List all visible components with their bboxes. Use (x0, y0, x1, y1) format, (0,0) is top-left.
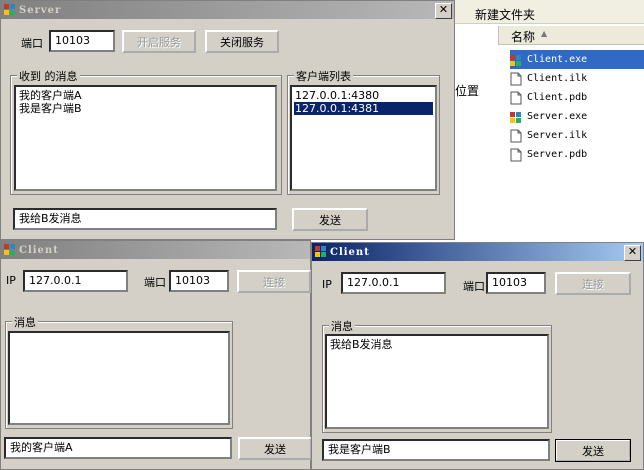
server-window: Server ✕ 端口 10103 开启服务 关闭服务 收到 的消息 我的客户端… (0, 0, 455, 240)
exe-icon (510, 53, 522, 67)
file-name: Client.exe (527, 54, 588, 65)
client-b-window: Client ✕ IP 127.0.0.1 端口 10103 连接 消息 我给B… (311, 242, 644, 470)
list-item[interactable]: 127.0.0.1:4380 (294, 89, 433, 102)
server-message-input[interactable]: 我给B发消息 (13, 208, 277, 230)
client-list-title: 客户端列表 (294, 68, 353, 84)
port-label: 端口 (144, 276, 166, 289)
port-input[interactable]: 10103 (49, 30, 115, 52)
client-a-window: Client IP 127.0.0.1 端口 10103 连接 消息 我的客户端… (0, 240, 312, 470)
file-row[interactable]: Client.exe (510, 50, 644, 69)
file-row[interactable]: Server.pdb (510, 145, 644, 164)
sort-ascending-icon: ▲ (541, 29, 548, 38)
app-icon (4, 244, 16, 256)
messages-title: 消息 (12, 314, 38, 330)
file-name: Client.pdb (527, 92, 588, 103)
file-name: Server.pdb (527, 149, 588, 160)
client-b-title: Client (330, 246, 370, 258)
received-messages-title: 收到 的消息 (17, 68, 80, 84)
list-item[interactable]: 我是客户端B (18, 102, 273, 115)
close-icon[interactable]: ✕ (435, 3, 452, 19)
ip-input[interactable]: 127.0.0.1 (341, 272, 446, 294)
file-list: Client.exe Client.ilk Client.pdb Server.exe… (510, 50, 644, 170)
server-titlebar[interactable]: Server ✕ (1, 1, 454, 19)
server-send-button[interactable]: 发送 (292, 208, 368, 231)
explorer-window: 新建文件夹 位置 名称 ▲ Client.exe Client.ilk Client… (455, 0, 644, 245)
file-row[interactable]: Server.exe (510, 107, 644, 126)
client-a-send-button[interactable]: 发送 (238, 437, 312, 460)
stop-service-button[interactable]: 关闭服务 (205, 30, 279, 53)
client-a-titlebar[interactable]: Client (1, 241, 310, 259)
messages-title: 消息 (329, 318, 355, 334)
messages-list[interactable]: 我给B发消息 (325, 334, 549, 429)
client-b-titlebar[interactable]: Client ✕ (312, 243, 643, 261)
messages-list[interactable] (8, 331, 230, 425)
name-column-header[interactable]: 名称 ▲ (498, 26, 644, 45)
received-messages-list[interactable]: 我的客户端A 我是客户端B (14, 85, 277, 191)
file-row[interactable]: Client.pdb (510, 88, 644, 107)
client-b-message-input[interactable]: 我是客户端B (322, 439, 550, 461)
ip-input[interactable]: 127.0.0.1 (23, 270, 128, 292)
client-list[interactable]: 127.0.0.1:4380 127.0.0.1:4381 (290, 85, 437, 191)
close-icon[interactable]: ✕ (624, 245, 641, 261)
client-b-send-button[interactable]: 发送 (555, 439, 631, 462)
file-row[interactable]: Client.ilk (510, 69, 644, 88)
file-name: Server.ilk (527, 130, 588, 141)
port-label: 端口 (463, 280, 485, 293)
file-name: Server.exe (527, 111, 588, 122)
document-icon (510, 129, 522, 143)
document-icon (510, 91, 522, 105)
exe-icon (510, 110, 522, 124)
app-icon (4, 4, 16, 16)
ip-label: IP (6, 274, 16, 287)
server-title: Server (19, 4, 62, 16)
document-icon (510, 148, 522, 162)
new-folder-menu-item[interactable]: 新建文件夹 (475, 6, 535, 23)
name-column-label: 名称 (511, 30, 536, 44)
port-label: 端口 (21, 37, 43, 50)
list-item[interactable]: 我的客户端A (18, 89, 273, 102)
port-input[interactable]: 10103 (169, 270, 229, 292)
client-a-message-input[interactable]: 我的客户端A (4, 437, 232, 459)
connect-button[interactable]: 连接 (555, 272, 631, 295)
port-input[interactable]: 10103 (486, 272, 546, 294)
connect-button[interactable]: 连接 (237, 270, 311, 293)
list-item[interactable]: 127.0.0.1:4381 (294, 102, 433, 115)
location-label: 位置 (455, 84, 480, 98)
app-icon (315, 246, 327, 258)
list-item[interactable]: 我给B发消息 (329, 338, 545, 351)
document-icon (510, 72, 522, 86)
file-row[interactable]: Server.ilk (510, 126, 644, 145)
start-service-button[interactable]: 开启服务 (122, 30, 196, 53)
file-name: Client.ilk (527, 73, 588, 84)
ip-label: IP (322, 278, 332, 291)
client-a-title: Client (19, 244, 59, 256)
